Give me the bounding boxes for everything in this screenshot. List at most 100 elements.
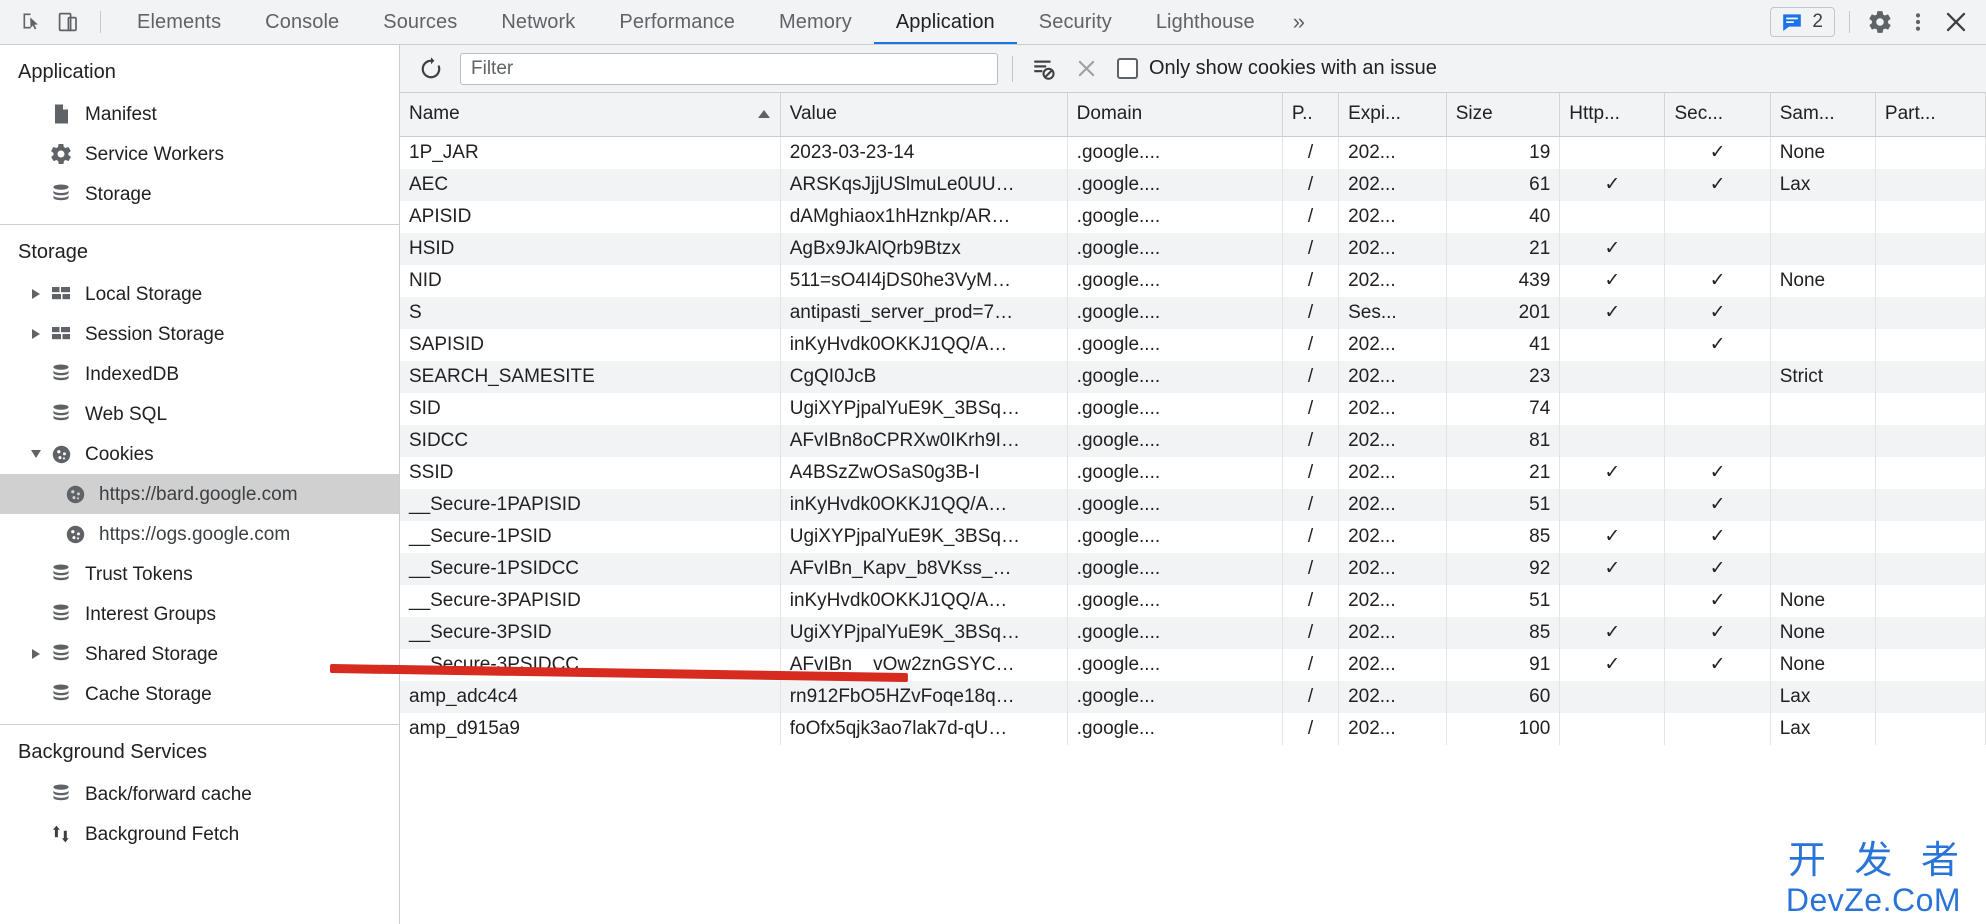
table-row[interactable]: __Secure-1PSIDCC AFvIBn_Kapv_b8VKss_… .goo… bbox=[400, 552, 1986, 585]
table-row[interactable]: amp_d915a9 foOfx5qjk3ao7lak7d-qU… .google.… bbox=[400, 712, 1986, 745]
column-label: Sec... bbox=[1674, 103, 1724, 125]
tab-memory[interactable]: Memory bbox=[757, 0, 874, 44]
tab-performance[interactable]: Performance bbox=[597, 0, 757, 44]
cell-httponly: ✓ bbox=[1559, 552, 1666, 585]
tab-sources[interactable]: Sources bbox=[361, 0, 479, 44]
table-row[interactable]: AEC ARSKqsJjjUSlmuLe0UU… .google..../202..… bbox=[400, 168, 1986, 201]
table-row[interactable]: __Secure-3PAPISID inKyHvdk0OKKJ1QQ/A… .goo… bbox=[400, 584, 1986, 617]
cell-httponly: ✓ bbox=[1559, 616, 1666, 649]
table-row[interactable]: SSID A4BSzZwOSaS0g3B-I .google..../202... 2… bbox=[400, 456, 1986, 489]
close-icon[interactable] bbox=[1938, 5, 1974, 39]
chevron-right-icon[interactable] bbox=[26, 644, 46, 664]
refresh-icon[interactable] bbox=[414, 53, 448, 85]
column-header-partition[interactable]: Part... bbox=[1875, 93, 1986, 137]
column-header-httponly[interactable]: Http... bbox=[1559, 93, 1666, 137]
column-header-value[interactable]: Value bbox=[780, 93, 1068, 137]
tab-application[interactable]: Application bbox=[873, 0, 1017, 44]
inspect-cursor-icon[interactable] bbox=[14, 5, 50, 39]
cell-httponly bbox=[1559, 200, 1666, 233]
sidebar-item-cache-storage[interactable]: Cache Storage bbox=[0, 674, 399, 714]
sidebar-item-cookies[interactable]: Cookies bbox=[0, 434, 399, 474]
table-row[interactable]: 1P_JAR 2023-03-23-14 .google..../202... 19 ✓… bbox=[400, 136, 1986, 169]
table-row[interactable]: HSID AgBx9JkAlQrb9Btzx .google..../202... 2… bbox=[400, 232, 1986, 265]
cell-samesite: Strict bbox=[1770, 360, 1876, 393]
cell-expires: 202... bbox=[1338, 232, 1447, 265]
tab-elements[interactable]: Elements bbox=[115, 0, 243, 44]
more-tabs-chevron-icon[interactable]: » bbox=[1277, 0, 1321, 44]
tab-security[interactable]: Security bbox=[1017, 0, 1134, 44]
cookies-filter-input[interactable] bbox=[460, 52, 998, 85]
column-label: Sam... bbox=[1779, 103, 1835, 125]
column-header-samesite[interactable]: Sam... bbox=[1770, 93, 1876, 137]
cell-path: / bbox=[1282, 616, 1340, 649]
only-issues-checkbox[interactable] bbox=[1117, 58, 1138, 79]
sidebar-item-trust-tokens[interactable]: Trust Tokens bbox=[0, 554, 399, 594]
issues-counter-button[interactable]: 2 bbox=[1770, 7, 1835, 37]
table-row[interactable]: __Secure-1PAPISID inKyHvdk0OKKJ1QQ/A… .goo… bbox=[400, 488, 1986, 521]
cell-size: 74 bbox=[1446, 392, 1561, 425]
cell-value: dAMghiaox1hHznkp/AR… bbox=[780, 200, 1068, 233]
sidebar-item-session-storage[interactable]: Session Storage bbox=[0, 314, 399, 354]
column-label: Size bbox=[1455, 103, 1493, 125]
table-row[interactable]: __Secure-3PSID UgiXYPjpalYuE9K_3BSq… .goog… bbox=[400, 616, 1986, 649]
more-vertical-icon[interactable] bbox=[1900, 5, 1936, 39]
clear-all-cookies-icon[interactable] bbox=[1069, 53, 1103, 85]
sidebar-item-service-workers[interactable]: Service Workers bbox=[0, 134, 399, 174]
table-row[interactable]: APISID dAMghiaox1hHznkp/AR… .google..../20… bbox=[400, 200, 1986, 233]
cell-secure: ✓ bbox=[1664, 584, 1771, 617]
chevron-right-icon[interactable] bbox=[26, 284, 46, 304]
table-row[interactable]: NID 511=sO4I4jDS0he3VyM… .google..../202..… bbox=[400, 264, 1986, 297]
gear-icon[interactable] bbox=[1862, 5, 1898, 39]
only-issues-checkbox-row[interactable]: Only show cookies with an issue bbox=[1117, 57, 1437, 80]
sidebar-item-storage[interactable]: Storage bbox=[0, 174, 399, 214]
tab-label: Performance bbox=[619, 10, 735, 33]
device-toolbar-icon[interactable] bbox=[50, 5, 86, 39]
table-row[interactable]: SAPISID inKyHvdk0OKKJ1QQ/A… .google..../20… bbox=[400, 328, 1986, 361]
sidebar-item-shared-storage[interactable]: Shared Storage bbox=[0, 634, 399, 674]
table-row[interactable]: __Secure-1PSID UgiXYPjpalYuE9K_3BSq… .goog… bbox=[400, 520, 1986, 553]
chevron-right-icon[interactable] bbox=[26, 324, 46, 344]
cell-name: SEARCH_SAMESITE bbox=[400, 360, 781, 393]
cookies-filter-toolbar: Only show cookies with an issue bbox=[400, 45, 1986, 93]
table-row[interactable]: SIDCC AFvIBn8oCPRXw0IKrh9I… .google..../20… bbox=[400, 424, 1986, 457]
column-header-domain[interactable]: Domain bbox=[1067, 93, 1283, 137]
column-header-path[interactable]: P.. bbox=[1282, 93, 1340, 137]
cell-name: SIDCC bbox=[400, 424, 781, 457]
sidebar-item-back-forward-cache[interactable]: Back/forward cache bbox=[0, 774, 399, 814]
tab-console[interactable]: Console bbox=[243, 0, 361, 44]
cookies-table-container[interactable]: Name Value Domain P.. Expi... Size Http.… bbox=[400, 93, 1986, 924]
sidebar-item-local-storage[interactable]: Local Storage bbox=[0, 274, 399, 314]
cell-path: / bbox=[1282, 424, 1340, 457]
table-row[interactable]: Santipasti_server_prod=7… .google.... / Ses… bbox=[400, 296, 1986, 329]
sidebar-item-manifest[interactable]: Manifest bbox=[0, 94, 399, 134]
table-row[interactable]: __Secure-3PSIDCC AFvIBn__vOw2znGSYC… .goog… bbox=[400, 648, 1986, 681]
column-header-name[interactable]: Name bbox=[400, 93, 781, 137]
sidebar-item-cookie-origin-bard[interactable]: https://bard.google.com bbox=[0, 474, 399, 514]
sidebar-item-interest-groups[interactable]: Interest Groups bbox=[0, 594, 399, 634]
sidebar-item-cookie-origin-ogs[interactable]: https://ogs.google.com bbox=[0, 514, 399, 554]
cell-secure bbox=[1664, 712, 1771, 745]
column-header-size[interactable]: Size bbox=[1446, 93, 1561, 137]
table-row[interactable]: amp_adc4c4 rn912FbO5HZvFoqe18q… .google...… bbox=[400, 680, 1986, 713]
cell-value: inKyHvdk0OKKJ1QQ/A… bbox=[780, 488, 1068, 521]
column-header-expires[interactable]: Expi... bbox=[1338, 93, 1447, 137]
cell-domain: .google.... bbox=[1067, 552, 1283, 585]
table-row[interactable]: SEARCH_SAMESITE CgQI0JcB .google..../202..… bbox=[400, 360, 1986, 393]
sidebar-item-web-sql[interactable]: Web SQL bbox=[0, 394, 399, 434]
cell-secure: ✓ bbox=[1664, 648, 1771, 681]
sidebar-item-indexeddb[interactable]: IndexedDB bbox=[0, 354, 399, 394]
cell-path: / bbox=[1282, 264, 1340, 297]
cell-partition bbox=[1875, 136, 1986, 169]
tab-network[interactable]: Network bbox=[479, 0, 597, 44]
cell-size: 100 bbox=[1446, 712, 1561, 745]
cell-httponly: ✓ bbox=[1559, 520, 1666, 553]
cell-value: AFvIBn8oCPRXw0IKrh9I… bbox=[780, 424, 1068, 457]
tab-lighthouse[interactable]: Lighthouse bbox=[1134, 0, 1277, 44]
column-header-secure[interactable]: Sec... bbox=[1664, 93, 1771, 137]
tab-label: Memory bbox=[779, 10, 852, 33]
cell-httponly bbox=[1559, 584, 1666, 617]
clear-filters-icon[interactable] bbox=[1027, 53, 1061, 85]
sidebar-item-background-fetch[interactable]: Background Fetch bbox=[0, 814, 399, 854]
table-row[interactable]: SID UgiXYPjpalYuE9K_3BSq… .google..../202.… bbox=[400, 392, 1986, 425]
chevron-down-icon[interactable] bbox=[26, 444, 46, 464]
